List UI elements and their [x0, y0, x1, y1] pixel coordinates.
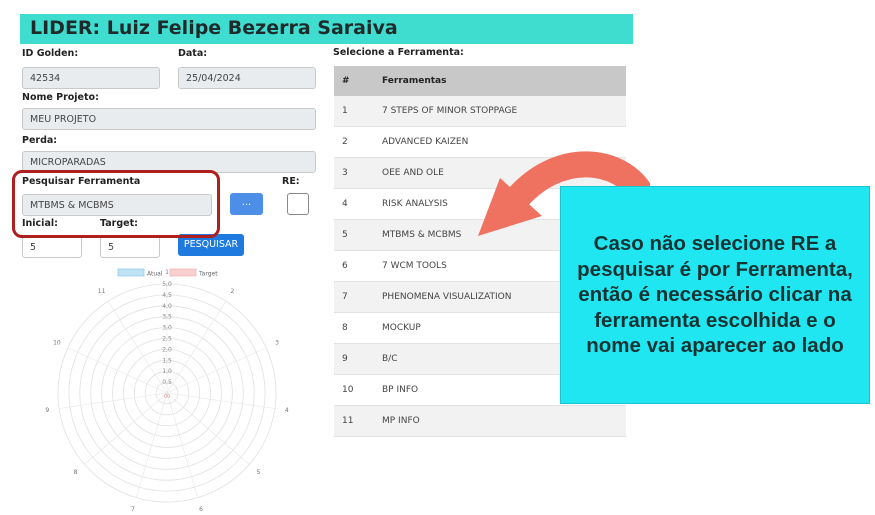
row-number: 8	[342, 323, 348, 333]
axis-label: 8	[74, 469, 78, 476]
data-label: Data:	[178, 48, 208, 59]
tick-label: 1,0	[162, 368, 172, 375]
row-number: 5	[342, 230, 348, 240]
tick-label: 1,5	[162, 357, 172, 364]
radar-spoke	[84, 392, 168, 465]
tick-label: 4,5	[162, 292, 172, 299]
re-label: RE:	[282, 176, 300, 187]
axis-label: 10	[53, 340, 61, 347]
id-golden-label: ID Golden:	[22, 48, 79, 59]
row-number: 6	[342, 261, 348, 271]
axis-label: 2	[231, 288, 235, 295]
axis-label: 1	[165, 269, 169, 276]
table-header: # Ferramentas	[334, 66, 626, 96]
tick-label: 2,5	[162, 336, 172, 343]
axis-label: 9	[45, 407, 49, 414]
legend-label: Target	[198, 271, 218, 278]
tool-name[interactable]: 7 STEPS OF MINOR STOPPAGE	[382, 106, 626, 116]
radar-spoke	[166, 392, 250, 465]
row-number: 10	[342, 385, 354, 395]
tool-name[interactable]: ADVANCED KAIZEN	[382, 137, 626, 147]
header-num: #	[342, 76, 350, 86]
browse-button[interactable]: ...	[230, 193, 263, 215]
perda-label: Perda:	[22, 135, 58, 146]
tick-label: 2,0	[162, 346, 172, 353]
highlight-annotation	[12, 170, 220, 238]
target-input[interactable]: 5	[100, 236, 160, 258]
axis-label: 5	[257, 469, 261, 476]
radar-spoke	[166, 392, 275, 409]
center-label: 00	[164, 394, 170, 400]
tool-name[interactable]: MP INFO	[382, 416, 626, 426]
axis-label: 3	[275, 340, 279, 347]
legend-swatch-target	[169, 268, 197, 277]
table-row[interactable]: 11 MP INFO	[334, 406, 626, 437]
axis-label: 4	[285, 407, 289, 414]
tick-label: 0,5	[162, 379, 172, 386]
row-number: 7	[342, 292, 348, 302]
inicial-input[interactable]: 5	[22, 236, 82, 258]
row-number: 3	[342, 168, 348, 178]
header-ferramentas: Ferramentas	[382, 76, 447, 86]
legend-label: Atual	[147, 271, 163, 278]
tick-label: 3,0	[162, 325, 172, 332]
tick-label: 3,5	[162, 314, 172, 321]
tick-label: 5,0	[162, 281, 172, 288]
callout-box: Caso não selecione RE a pesquisar é por …	[560, 186, 870, 404]
axis-label: 7	[131, 506, 135, 512]
axis-label: 11	[98, 288, 106, 295]
nome-projeto-label: Nome Projeto:	[22, 92, 99, 103]
tick-label: 4,0	[162, 303, 172, 310]
callout-text: Caso não selecione RE a pesquisar é por …	[577, 232, 853, 358]
row-number: 1	[342, 106, 348, 116]
id-golden-field[interactable]: 42534	[22, 67, 160, 89]
legend-swatch-atual	[117, 268, 145, 277]
page-title: LIDER: Luiz Felipe Bezerra Saraiva	[30, 17, 398, 39]
row-number: 11	[342, 416, 354, 426]
nome-projeto-field[interactable]: MEU PROJETO	[22, 108, 316, 130]
axis-label: 6	[199, 506, 203, 512]
row-number: 4	[342, 199, 348, 209]
header-bar: LIDER: Luiz Felipe Bezerra Saraiva	[20, 14, 633, 44]
table-row[interactable]: 1 7 STEPS OF MINOR STOPPAGE	[334, 96, 626, 127]
row-number: 2	[342, 137, 348, 147]
re-checkbox[interactable]	[287, 193, 309, 215]
radar-spoke	[59, 392, 168, 409]
table-caption: Selecione a Ferramenta:	[333, 47, 464, 58]
row-number: 9	[342, 354, 348, 364]
radar-chart: Atual Target 1 2 3 4 5 6 7 8 9 10 11 0,5 1,0 1,5 2,0 2,5 3…	[45, 268, 289, 512]
date-field[interactable]: 25/04/2024	[178, 67, 316, 89]
